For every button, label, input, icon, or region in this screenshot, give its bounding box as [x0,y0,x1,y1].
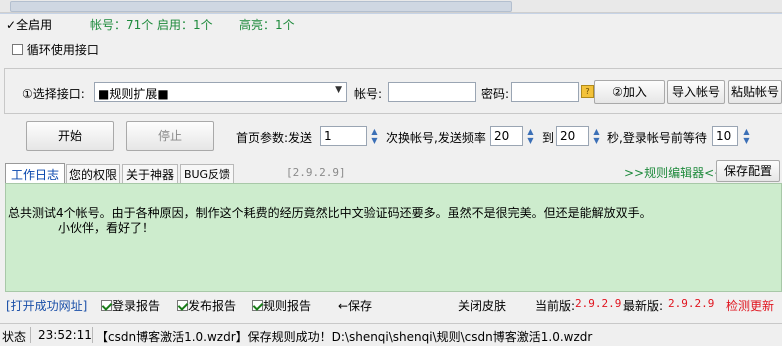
spinner-down-icon[interactable]: ▼ [743,136,749,145]
account-input[interactable] [388,82,476,102]
spinner-up-icon[interactable]: ▲ [527,127,533,136]
enabled-count: 启用：1个 [157,18,213,32]
save-config-button[interactable]: 保存配置 [716,160,780,182]
latest-version-label: 最新版: [623,299,664,313]
loop-interface-checkbox[interactable]: 循环使用接口 [12,41,99,58]
spinner-down-icon[interactable]: ▼ [527,136,533,145]
key-icon[interactable]: ? [581,85,594,98]
publish-report-checkbox[interactable]: 发布报告 [177,297,236,314]
chevron-down-icon[interactable]: ▼ [335,85,342,95]
spinner-up-icon[interactable]: ▲ [371,127,377,136]
latest-version-value: 2.9.2.9 [668,297,715,310]
start-button[interactable]: 开始 [26,121,114,151]
version-tag: [2.9.2.9] [286,166,346,179]
status-divider [30,327,31,343]
checkmark-icon: ✓ [6,18,17,32]
save-report-link[interactable]: ←保存 [338,297,372,314]
spinner-down-icon[interactable]: ▼ [593,136,599,145]
tab-about[interactable]: 关于神器 [122,164,178,183]
check-update-link[interactable]: 检测更新 [726,297,774,314]
send-count-spinner[interactable]: ▲ ▼ [368,126,381,146]
rule-editor-link[interactable]: >>规则编辑器<< [624,164,724,181]
rule-report-checkbox[interactable]: 规则报告 [252,297,311,314]
wait-spinner[interactable]: ▲ ▼ [740,126,753,146]
tab-permissions[interactable]: 您的权限 [66,164,120,183]
highlight-count: 高亮：1个 [239,18,295,32]
status-label: 状态 [2,330,27,344]
spinner-up-icon[interactable]: ▲ [593,127,599,136]
all-enable-link[interactable]: ✓全启用 [6,16,52,33]
params-label: 首页参数:发送 [236,131,313,145]
select-interface-label: ①选择接口: [22,87,85,101]
freq-from-input[interactable]: 20 [490,126,523,146]
freq-to-input[interactable]: 20 [556,126,589,146]
password-label: 密码: [481,87,510,101]
checkbox-box[interactable] [252,300,263,311]
work-log-panel[interactable]: 总共测试4个帐号。由于各种原因，制作这个耗费的经历竟然比中文验证码还要多。虽然不… [5,183,782,292]
import-accounts-button[interactable]: 导入帐号 [667,80,725,104]
switch-frequency-label: 次换帐号,发送频率 [386,131,486,145]
wait-input[interactable]: 10 [712,126,738,146]
stop-button[interactable]: 停止 [126,121,214,151]
status-time: 23:52:11 [38,328,92,342]
status-bar: 状态 23:52:11 【csdn博客激活1.0.wzdr】保存规则成功！D:\… [0,323,782,346]
tab-work-log[interactable]: 工作日志 [5,163,65,184]
log-line: 小伙伴，看好了！ [58,221,155,235]
login-report-checkbox[interactable]: 登录报告 [101,297,160,314]
open-success-url-link[interactable]: [打开成功网址] [6,297,87,314]
loop-interface-label: 循环使用接口 [26,43,99,57]
spinner-up-icon[interactable]: ▲ [743,127,749,136]
wait-label: 秒,登录帐号前等待 [607,131,707,145]
checkbox-box[interactable] [177,300,188,311]
status-message: 【csdn博客激活1.0.wzdr】保存规则成功！D:\shenqi\shenq… [96,330,593,344]
password-input[interactable] [511,82,579,102]
interface-select[interactable]: ■规则扩展■ ▼ [94,82,347,102]
checkbox-box[interactable] [12,44,23,55]
to-label: 到 [542,131,555,145]
current-version-label: 当前版: [535,299,576,313]
horizontal-scrollbar[interactable] [0,0,782,13]
add-button[interactable]: ②加入 [594,80,665,104]
account-label: 帐号: [354,87,383,101]
freq-from-spinner[interactable]: ▲ ▼ [524,126,537,146]
spinner-down-icon[interactable]: ▼ [371,136,377,145]
scrollbar-thumb[interactable] [10,1,512,12]
status-divider [92,327,93,343]
checkbox-box[interactable] [101,300,112,311]
current-version-value: 2.9.2.9 [575,297,622,310]
tab-bug-feedback[interactable]: BUG反馈 [180,164,234,183]
send-count-input[interactable]: 1 [320,126,367,146]
paste-accounts-button[interactable]: 粘贴帐号 [728,80,782,104]
close-skin-link[interactable]: 关闭皮肤 [458,297,506,314]
accounts-count: 帐号：71个 [90,18,154,32]
freq-to-spinner[interactable]: ▲ ▼ [590,126,603,146]
